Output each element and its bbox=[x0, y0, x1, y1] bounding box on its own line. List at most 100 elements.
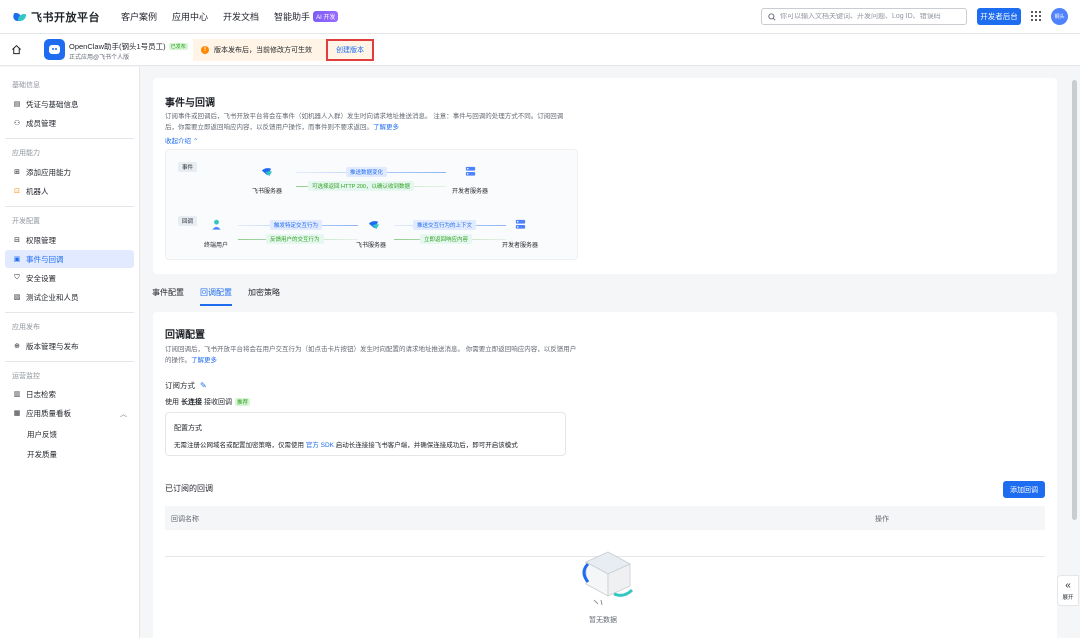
sidebar-divider bbox=[5, 138, 134, 139]
sidebar-item-versions[interactable]: ⊕ 版本管理与发布 bbox=[5, 337, 134, 355]
scrollbar-thumb[interactable] bbox=[1072, 80, 1077, 520]
sidebar-divider bbox=[5, 361, 134, 362]
capability-grid-icon: ⊞ bbox=[14, 169, 20, 176]
sidebar-item-credentials[interactable]: ▤ 凭证与基础信息 bbox=[5, 95, 134, 113]
robot-icon: ⊡ bbox=[14, 188, 20, 195]
diagram-tag-callback: 回调 bbox=[178, 216, 198, 226]
column-action: 操作 bbox=[875, 516, 889, 523]
config-method-box: 配置方式 无需注册公网域名或配置加密策略，仅需使用 官方 SDK 启动长连接接飞… bbox=[165, 412, 566, 456]
tab-event-config[interactable]: 事件配置 bbox=[152, 287, 184, 306]
use-suffix: 接收回调 bbox=[204, 399, 232, 406]
sidebar-divider bbox=[5, 312, 134, 313]
search-box[interactable] bbox=[761, 8, 967, 25]
test-icon: ▧ bbox=[13, 294, 21, 301]
trigger-action-label: 触发特定交互行为 bbox=[270, 220, 323, 230]
add-callback-button[interactable]: 添加回调 bbox=[1003, 481, 1045, 498]
sidebar-item-quality[interactable]: ▦ 应用质量看板 bbox=[5, 404, 134, 422]
sidebar-item-logs[interactable]: ▥ 日志检索 bbox=[5, 385, 134, 403]
sidebar-subitem-feedback[interactable]: 用户反馈 bbox=[27, 429, 57, 440]
sidebar-item-members[interactable]: ⚇ 成员管理 bbox=[5, 114, 134, 132]
use-prefix: 使用 bbox=[165, 399, 179, 406]
sidebar-section-release: 应用发布 bbox=[12, 324, 40, 331]
nav-dev-docs[interactable]: 开发文档 bbox=[223, 10, 259, 23]
sidebar-section-basic: 基础信息 bbox=[12, 82, 40, 89]
config-desc-post: 启动长连接接飞书客户端，并确保连接成功后，即可开启该模式 bbox=[335, 442, 518, 449]
feishu-server-label: 飞书服务器 bbox=[252, 189, 283, 195]
dev-server-icon bbox=[465, 166, 476, 176]
config-tabs: 事件配置 回调配置 加密策略 bbox=[152, 287, 296, 306]
collapse-intro-toggle[interactable]: 收起介绍 ⌃ bbox=[165, 135, 198, 145]
empty-box-icon bbox=[582, 551, 634, 606]
official-sdk-link[interactable]: 官方 SDK bbox=[306, 442, 334, 449]
chevron-left-double-icon: « bbox=[1065, 579, 1071, 591]
subscribed-callbacks-title: 已订阅的回调 bbox=[165, 484, 213, 493]
chevron-up-icon[interactable]: ︿ bbox=[120, 409, 127, 419]
lock-icon: ⊟ bbox=[14, 237, 20, 244]
sidebar-item-label: 凭证与基础信息 bbox=[26, 99, 79, 109]
end-user-label: 终端用户 bbox=[204, 243, 229, 249]
recommend-badge: 推荐 bbox=[235, 398, 251, 406]
sidebar-item-bot[interactable]: ⊡ 机器人 bbox=[5, 182, 134, 200]
create-version-link[interactable]: 创建版本 bbox=[326, 39, 374, 61]
tab-callback-config[interactable]: 回调配置 bbox=[200, 287, 232, 306]
app-name[interactable]: OpenClaw助手(钢头1号员工) 已发布 bbox=[69, 41, 188, 52]
bar-chart-icon: ▦ bbox=[13, 410, 21, 417]
user-avatar[interactable]: 钢头 bbox=[1051, 8, 1068, 25]
subscription-mode-value: 使用 长连接 接收回调 推荐 bbox=[165, 397, 251, 407]
id-card-icon: ▤ bbox=[13, 101, 21, 108]
column-callback-name: 回调名称 bbox=[171, 516, 199, 523]
app-header: OpenClaw助手(钢头1号员工) 已发布 正式应用@飞书个人版 ! 版本发布后… bbox=[0, 34, 1080, 66]
home-icon[interactable] bbox=[11, 44, 22, 55]
notice-text: 版本发布后，当前修改方可生效 bbox=[214, 47, 312, 54]
sidebar-item-security[interactable]: ⛉ 安全设置 bbox=[5, 269, 134, 287]
log-icon: ▥ bbox=[13, 391, 21, 398]
sidebar-item-label: 事件与回调 bbox=[26, 254, 64, 264]
feishu-logo-icon bbox=[11, 11, 27, 23]
learn-more-link[interactable]: 了解更多 bbox=[373, 124, 399, 131]
sidebar-item-label: 安全设置 bbox=[26, 273, 56, 283]
config-method-desc: 无需注册公网域名或配置加密策略，仅需使用 官方 SDK 启动长连接接飞书客户端，… bbox=[174, 439, 518, 449]
edit-icon[interactable]: ✎ bbox=[200, 381, 207, 390]
event-icon: ▣ bbox=[13, 256, 21, 263]
diagram-tag-event: 事件 bbox=[178, 162, 198, 172]
subscription-mode: 订阅方式 ✎ bbox=[165, 380, 207, 391]
events-intro-card: 事件与回调 订阅事件或回调后，飞书开放平台将会在事件（如机器人入群）发生时向请求… bbox=[153, 78, 1057, 274]
config-desc-pre: 无需注册公网域名或配置加密策略，仅需使用 bbox=[174, 442, 304, 449]
feedback-action-label: 反馈用户的交互行为 bbox=[266, 234, 324, 244]
brand-name: 飞书开放平台 bbox=[31, 11, 100, 24]
return-response-label: 立即返回响应内容 bbox=[420, 234, 473, 244]
search-input[interactable] bbox=[780, 13, 960, 20]
published-badge: 已发布 bbox=[168, 43, 188, 50]
publish-notice: ! 版本发布后，当前修改方可生效 bbox=[193, 39, 326, 61]
sidebar-item-test-org[interactable]: ▧ 测试企业和人员 bbox=[5, 288, 134, 306]
developer-console-button[interactable]: 开发者后台 bbox=[977, 8, 1021, 25]
sidebar-subitem-dev-quality[interactable]: 开发质量 bbox=[27, 449, 57, 460]
collapse-label: 收起介绍 bbox=[165, 138, 191, 145]
apps-grid-icon[interactable] bbox=[1031, 11, 1041, 21]
nav-smart-assistant[interactable]: 智能助手 AI 开发 bbox=[274, 10, 339, 23]
nav-customer-cases[interactable]: 客户案例 bbox=[121, 10, 157, 23]
feishu-server-icon bbox=[368, 221, 380, 230]
sidebar-item-label: 添加应用能力 bbox=[26, 167, 71, 177]
expand-label: 展开 bbox=[1062, 594, 1074, 601]
expand-panel-button[interactable]: « 展开 bbox=[1057, 575, 1079, 606]
sidebar-item-label: 成员管理 bbox=[26, 118, 56, 128]
dev-server-label: 开发者服务器 bbox=[502, 243, 539, 249]
sidebar-item-label: 应用质量看板 bbox=[26, 408, 71, 418]
sidebar-item-label: 测试企业和人员 bbox=[26, 292, 79, 302]
sidebar-item-permissions[interactable]: ⊟ 权限管理 bbox=[5, 231, 134, 249]
sidebar-item-label: 日志检索 bbox=[26, 389, 56, 399]
sidebar-item-events[interactable]: ▣ 事件与回调 bbox=[5, 250, 134, 268]
brand-logo[interactable]: 飞书开放平台 bbox=[11, 9, 100, 25]
events-description: 订阅事件或回调后，飞书开放平台将会在事件（如机器人入群）发生时向请求地址推送消息… bbox=[165, 111, 575, 133]
empty-state-text: 暂无数据 bbox=[589, 617, 617, 624]
callback-description: 订阅回调后，飞书开放平台将会在用户交互行为（如点击卡片按钮）发生时向配置的请求地… bbox=[165, 344, 580, 366]
dev-server-icon bbox=[515, 219, 526, 229]
flow-diagram: 事件 飞书服务器 推送数据变化 可选择返回 HTTP 200，以确认收到数据 开… bbox=[165, 149, 578, 260]
learn-more-link[interactable]: 了解更多 bbox=[191, 357, 217, 364]
nav-app-center[interactable]: 应用中心 bbox=[172, 10, 208, 23]
tab-encryption[interactable]: 加密策略 bbox=[248, 287, 280, 306]
ai-badge: AI 开发 bbox=[313, 11, 339, 22]
sidebar-item-add-capability[interactable]: ⊞ 添加应用能力 bbox=[5, 163, 134, 181]
page-title: 事件与回调 bbox=[165, 98, 215, 109]
